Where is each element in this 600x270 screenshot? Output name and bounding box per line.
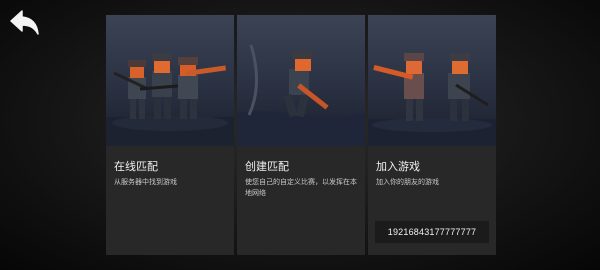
create-match-description: 使您自己的自定义比赛，以发挥在本地网络 <box>245 179 357 197</box>
join-game-artwork <box>368 15 496 146</box>
create-match-title: 创建匹配 <box>245 161 289 173</box>
back-arrow-icon <box>10 10 39 35</box>
online-match-artwork <box>106 15 234 146</box>
create-match-card[interactable]: 创建匹配 使您自己的自定义比赛，以发挥在本地网络 <box>237 15 365 255</box>
online-match-title: 在线匹配 <box>114 161 158 173</box>
back-button[interactable] <box>8 8 42 38</box>
game-mode-screen: 在线匹配 从服务器中找到游戏 创建匹配 使您自己的自定义比赛，以发挥在本地网络 <box>0 0 600 270</box>
online-match-card[interactable]: 在线匹配 从服务器中找到游戏 <box>106 15 234 255</box>
online-match-description: 从服务器中找到游戏 <box>114 179 177 186</box>
join-code-field[interactable]: 19216843177777777 <box>375 221 489 243</box>
join-game-card[interactable]: 加入游戏 加入你的朋友的游戏 19216843177777777 <box>368 15 496 255</box>
create-match-artwork <box>237 15 365 146</box>
join-game-title: 加入游戏 <box>376 161 420 173</box>
join-game-description: 加入你的朋友的游戏 <box>376 179 439 186</box>
